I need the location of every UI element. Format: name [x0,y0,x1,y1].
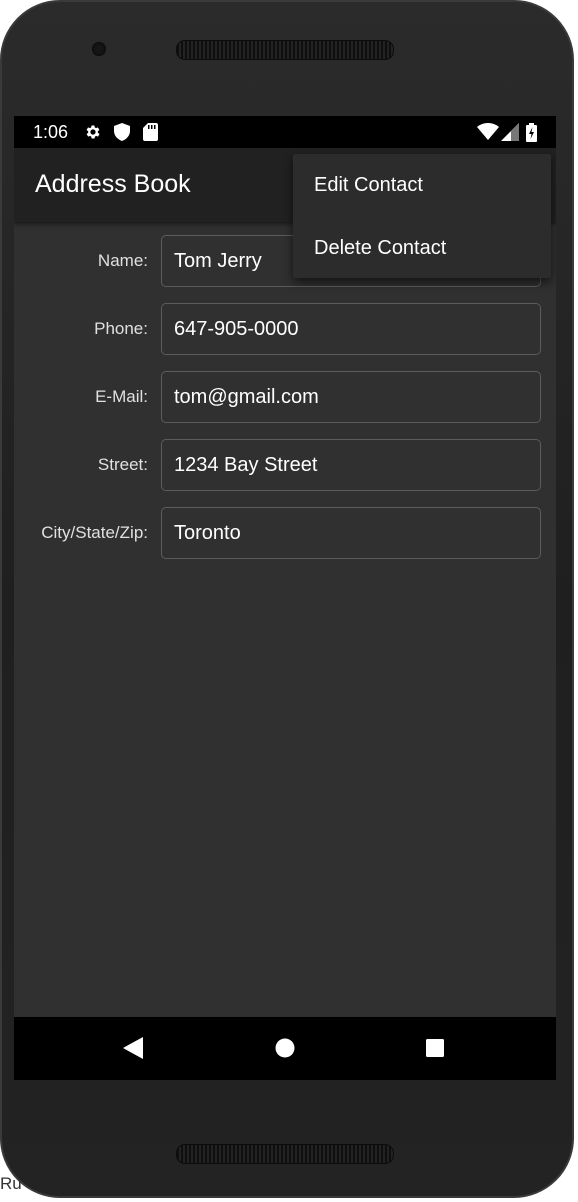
home-icon[interactable] [275,1037,295,1059]
signal-icon [501,123,519,141]
phone-label: Phone: [94,319,148,338]
phone-field[interactable] [161,303,541,355]
navigation-bar [14,1017,556,1080]
email-field[interactable] [161,371,541,423]
city-label: City/State/Zip: [41,523,148,542]
corner-text-fragment: Ru [0,1174,22,1193]
status-bar: 1:06 [14,116,556,148]
bottom-speaker [176,1144,394,1164]
email-label: E-Mail: [95,387,148,406]
wifi-icon [477,123,499,140]
shield-icon [114,123,130,141]
city-field[interactable] [161,507,541,559]
device-screen: 1:06 Address Book Name: Tom Jerry Phone:… [14,116,556,1080]
overflow-menu: Edit Contact Delete Contact [293,154,551,278]
back-icon[interactable] [123,1037,143,1059]
street-label: Street: [97,455,148,474]
edit-contact-menu-item[interactable]: Edit Contact [293,154,551,216]
phone-row: Phone: [14,303,556,357]
name-label: Name: [97,251,148,270]
recents-icon[interactable] [425,1037,445,1059]
phone-frame: 1:06 Address Book Name: Tom Jerry Phone:… [0,0,574,1198]
sd-card-icon [143,123,158,141]
app-title: Address Book [35,170,191,198]
gear-icon [86,125,100,139]
delete-contact-menu-item[interactable]: Delete Contact [293,217,551,279]
earpiece-speaker [176,40,394,60]
status-time: 1:06 [33,122,69,142]
email-row: E-Mail: [14,371,556,425]
street-row: Street: [14,439,556,493]
city-row: City/State/Zip: [14,507,556,561]
battery-charging-icon [526,123,537,142]
street-field[interactable] [161,439,541,491]
front-camera [92,42,106,56]
